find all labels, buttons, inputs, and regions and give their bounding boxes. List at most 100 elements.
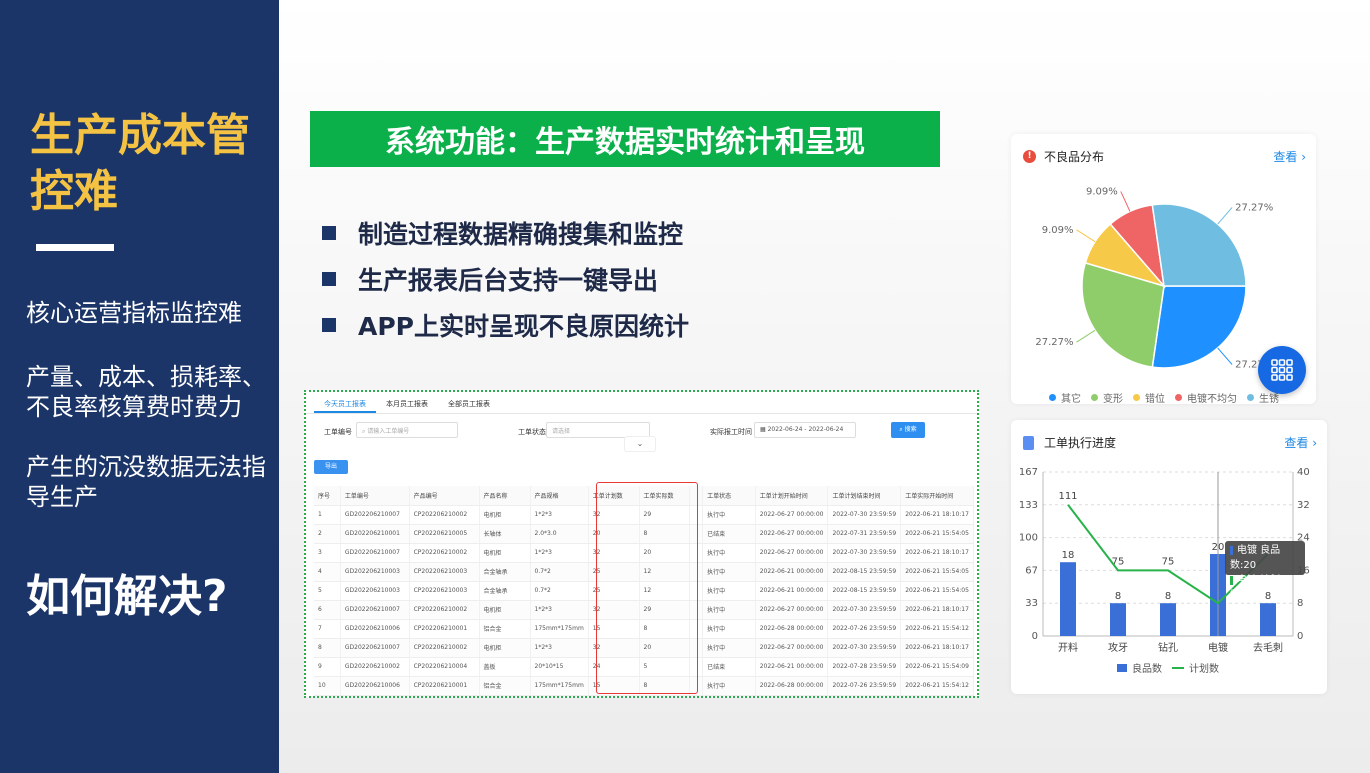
grid-icon: [1271, 359, 1293, 381]
pie-leader-line: [1120, 191, 1131, 212]
table-cell: GD202206210002: [340, 657, 410, 677]
table-cell: 2022-07-30 23:59:59: [827, 600, 902, 620]
bar-value-label: 18: [1062, 550, 1075, 561]
column-header: [689, 486, 704, 506]
table-row: 8 GD202206210007 CP202206210002 电机柜 1*2*3 32 2…: [314, 638, 974, 658]
column-header: 工单编号: [340, 486, 410, 506]
y-tick-left: 67: [1025, 565, 1038, 576]
table-cell: GD202206210007: [340, 600, 410, 620]
table-cell: [689, 619, 704, 639]
report-table: 序号 工单编号 产品编号 产品名称 产品规格 工单计划数 工单实际数 工单状态 工单计划开始时间…: [314, 486, 974, 696]
table-cell: 32: [588, 600, 640, 620]
feature-item: 生产报表后台支持一键导出: [322, 256, 689, 302]
bar-value-label: 8: [1165, 591, 1171, 602]
legend-dot: [1247, 394, 1254, 401]
legend-item[interactable]: 错位: [1133, 390, 1165, 405]
legend-label: 错位: [1145, 394, 1165, 405]
table-cell: CP202206210003: [409, 562, 480, 582]
table-cell: 2022-06-21 00:00:00: [755, 657, 829, 677]
table-cell: 12: [639, 562, 691, 582]
table-cell: [689, 600, 704, 620]
table-cell: 2.0*3.0: [530, 524, 589, 544]
table-cell: 执行中: [702, 562, 756, 582]
order-label: 工单编号: [324, 428, 352, 436]
search-icon: ⌕: [362, 428, 366, 435]
bar-value-label: 8: [1115, 591, 1121, 602]
y-tick-left: 100: [1019, 533, 1038, 544]
export-button[interactable]: 导出: [314, 460, 348, 474]
table-cell: 电机柜: [479, 505, 531, 525]
x-tick-label: 去毛刺: [1253, 642, 1283, 654]
table-cell: 2022-07-30 23:59:59: [827, 543, 902, 563]
time-label: 实际报工时间: [710, 428, 752, 436]
pie-slice: [1151, 285, 1247, 369]
app-menu-button[interactable]: [1258, 346, 1306, 394]
chevron-down-icon[interactable]: ⌄: [624, 436, 656, 452]
table-row: 10 GD202206210006 CP202206210001 铝合金 175mm*1…: [314, 676, 974, 696]
table-cell: [689, 676, 704, 696]
table-cell: CP202206210001: [409, 619, 480, 639]
column-header: 工单计划数: [588, 486, 640, 506]
table-header: 序号 工单编号 产品编号 产品名称 产品规格 工单计划数 工单实际数 工单状态 工单计划开始时间…: [314, 486, 974, 506]
table-cell: 15: [588, 676, 640, 696]
x-tick-label: 电镀: [1208, 641, 1228, 654]
table-cell: 2022-06-27 00:00:00: [755, 543, 829, 563]
table-cell: [689, 562, 704, 582]
table-cell: 执行中: [702, 600, 756, 620]
table-row: 5 GD202206210003 CP202206210003 合金轴承 0.7*2 25…: [314, 581, 974, 601]
column-header: 产品规格: [530, 486, 589, 506]
y-tick-right: 0: [1297, 631, 1303, 642]
table-cell: [689, 581, 704, 601]
legend-label: 电镀不均匀: [1187, 394, 1237, 405]
table-cell: 2022-06-21 18:10:17: [900, 600, 974, 620]
legend-swatch: [1117, 663, 1127, 672]
table-cell: GD202206210001: [340, 524, 410, 544]
table-cell: 2022-07-26 23:59:59: [827, 619, 902, 639]
table-cell: 4: [314, 562, 341, 582]
table-cell: 2022-06-21 00:00:00: [755, 562, 829, 582]
table-cell: 1*2*3: [530, 600, 589, 620]
table-cell: 已结束: [702, 657, 756, 677]
column-header: 工单状态: [702, 486, 756, 506]
legend-dot: [1049, 394, 1056, 401]
table-row: 4 GD202206210003 CP202206210003 合金轴承 0.7*2 25…: [314, 562, 974, 582]
table-cell: 9: [314, 657, 341, 677]
table-cell: 2022-06-21 15:54:05: [900, 581, 974, 601]
feature-item: 制造过程数据精确搜集和监控: [322, 210, 689, 256]
order-search-input[interactable]: ⌕ 请输入工单编号: [356, 422, 458, 438]
pie-slice: [1151, 203, 1247, 287]
tab-today[interactable]: 今天员工报表: [314, 392, 376, 413]
table-cell: 2022-06-28 00:00:00: [755, 619, 829, 639]
left-panel: 生产成本管控难 核心运营指标监控难 产量、成本、损耗率、不良率核算费时费力 产生…: [0, 0, 279, 773]
table-cell: 175mm*175mm: [530, 619, 589, 639]
search-button[interactable]: ⌕ 搜索: [891, 422, 925, 438]
table-cell: 2022-06-21 18:10:17: [900, 543, 974, 563]
legend-item[interactable]: 变形: [1091, 390, 1123, 405]
table-cell: 8: [314, 638, 341, 658]
table-cell: 电机柜: [479, 600, 531, 620]
feature-item: APP上实时呈现不良原因统计: [322, 302, 689, 348]
table-cell: 2022-06-21 15:54:05: [900, 562, 974, 582]
table-cell: 执行中: [702, 638, 756, 658]
table-cell: 0.7*2: [530, 562, 589, 582]
table-cell: 2022-06-21 15:54:12: [900, 676, 974, 696]
pie-value-label: 27.27%: [1035, 337, 1073, 348]
tab-all[interactable]: 全部员工报表: [438, 392, 500, 413]
legend-item[interactable]: 电镀不均匀: [1175, 390, 1237, 405]
table-cell: GD202206210007: [340, 638, 410, 658]
pie-value-label: 9.09%: [1086, 186, 1118, 197]
legend-dot: [1091, 394, 1098, 401]
table-row: 9 GD202206210002 CP202206210004 盖板 20*10*15 2…: [314, 657, 974, 677]
legend-item[interactable]: 其它: [1049, 390, 1081, 405]
table-cell: 2: [314, 524, 341, 544]
tab-month[interactable]: 本月员工报表: [376, 392, 438, 413]
table-cell: 铝合金: [479, 676, 531, 696]
table-cell: 电机柜: [479, 638, 531, 658]
bar: [1260, 603, 1276, 636]
feature-text: 生产报表后台支持一键导出: [358, 266, 659, 295]
date-range-input[interactable]: ▦ 2022-06-24 - 2022-06-24: [754, 422, 856, 438]
table-cell: 25: [588, 562, 640, 582]
table-cell: 2022-07-30 23:59:59: [827, 505, 902, 525]
pie-value-label: 27.27%: [1235, 202, 1273, 213]
table-cell: 已结束: [702, 524, 756, 544]
